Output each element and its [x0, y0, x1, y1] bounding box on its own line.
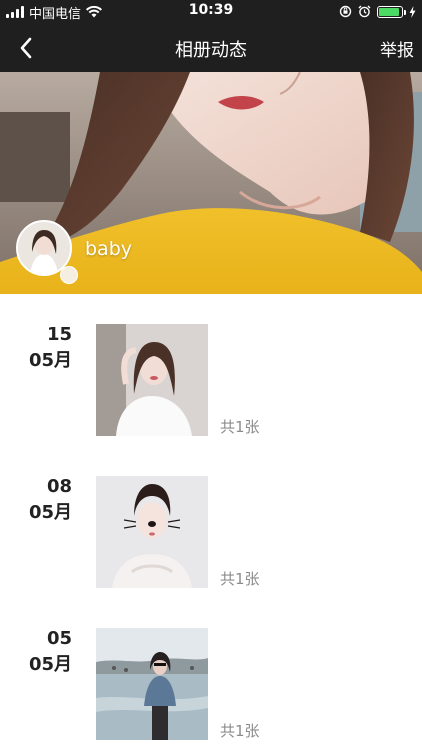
top-bar: 中国电信 10:39 相册动态 举报 — [0, 0, 422, 72]
avatar-badge-icon — [60, 266, 78, 284]
photo-count: 共1张 — [220, 570, 260, 588]
entry-month: 05月 — [28, 654, 72, 675]
album-timeline: 15 05月 共1张 08 05月 共1张 05 05月 共1张 — [0, 294, 422, 750]
list-item[interactable]: 15 05月 共1张 — [0, 294, 422, 436]
entry-month: 05月 — [28, 502, 72, 523]
list-item[interactable]: 08 05月 共1张 — [0, 446, 422, 588]
photo-thumbnail[interactable] — [96, 476, 208, 588]
photo-thumbnail[interactable] — [96, 628, 208, 740]
entry-day: 15 — [46, 324, 72, 345]
entry-month: 05月 — [28, 350, 72, 371]
list-item[interactable]: 05 05月 共1张 — [0, 598, 422, 740]
album-feed-screen: 中国电信 10:39 相册动态 举报 baby 15 05月 共1张 08 05… — [0, 0, 422, 750]
photo-count: 共1张 — [220, 722, 260, 740]
orientation-lock-icon — [339, 3, 352, 22]
username[interactable]: baby — [85, 238, 132, 260]
status-right — [339, 3, 416, 21]
photo-thumbnail[interactable] — [96, 324, 208, 436]
status-bar: 中国电信 10:39 — [0, 0, 422, 24]
alarm-icon — [358, 3, 371, 22]
photo-count: 共1张 — [220, 418, 260, 436]
report-button[interactable]: 举报 — [380, 36, 414, 61]
entry-day: 08 — [46, 476, 72, 497]
battery-icon — [377, 6, 406, 18]
entry-day: 05 — [46, 628, 72, 649]
charging-icon — [409, 3, 416, 22]
page-title: 相册动态 — [175, 40, 247, 61]
navigation-bar: 相册动态 举报 — [0, 24, 422, 72]
